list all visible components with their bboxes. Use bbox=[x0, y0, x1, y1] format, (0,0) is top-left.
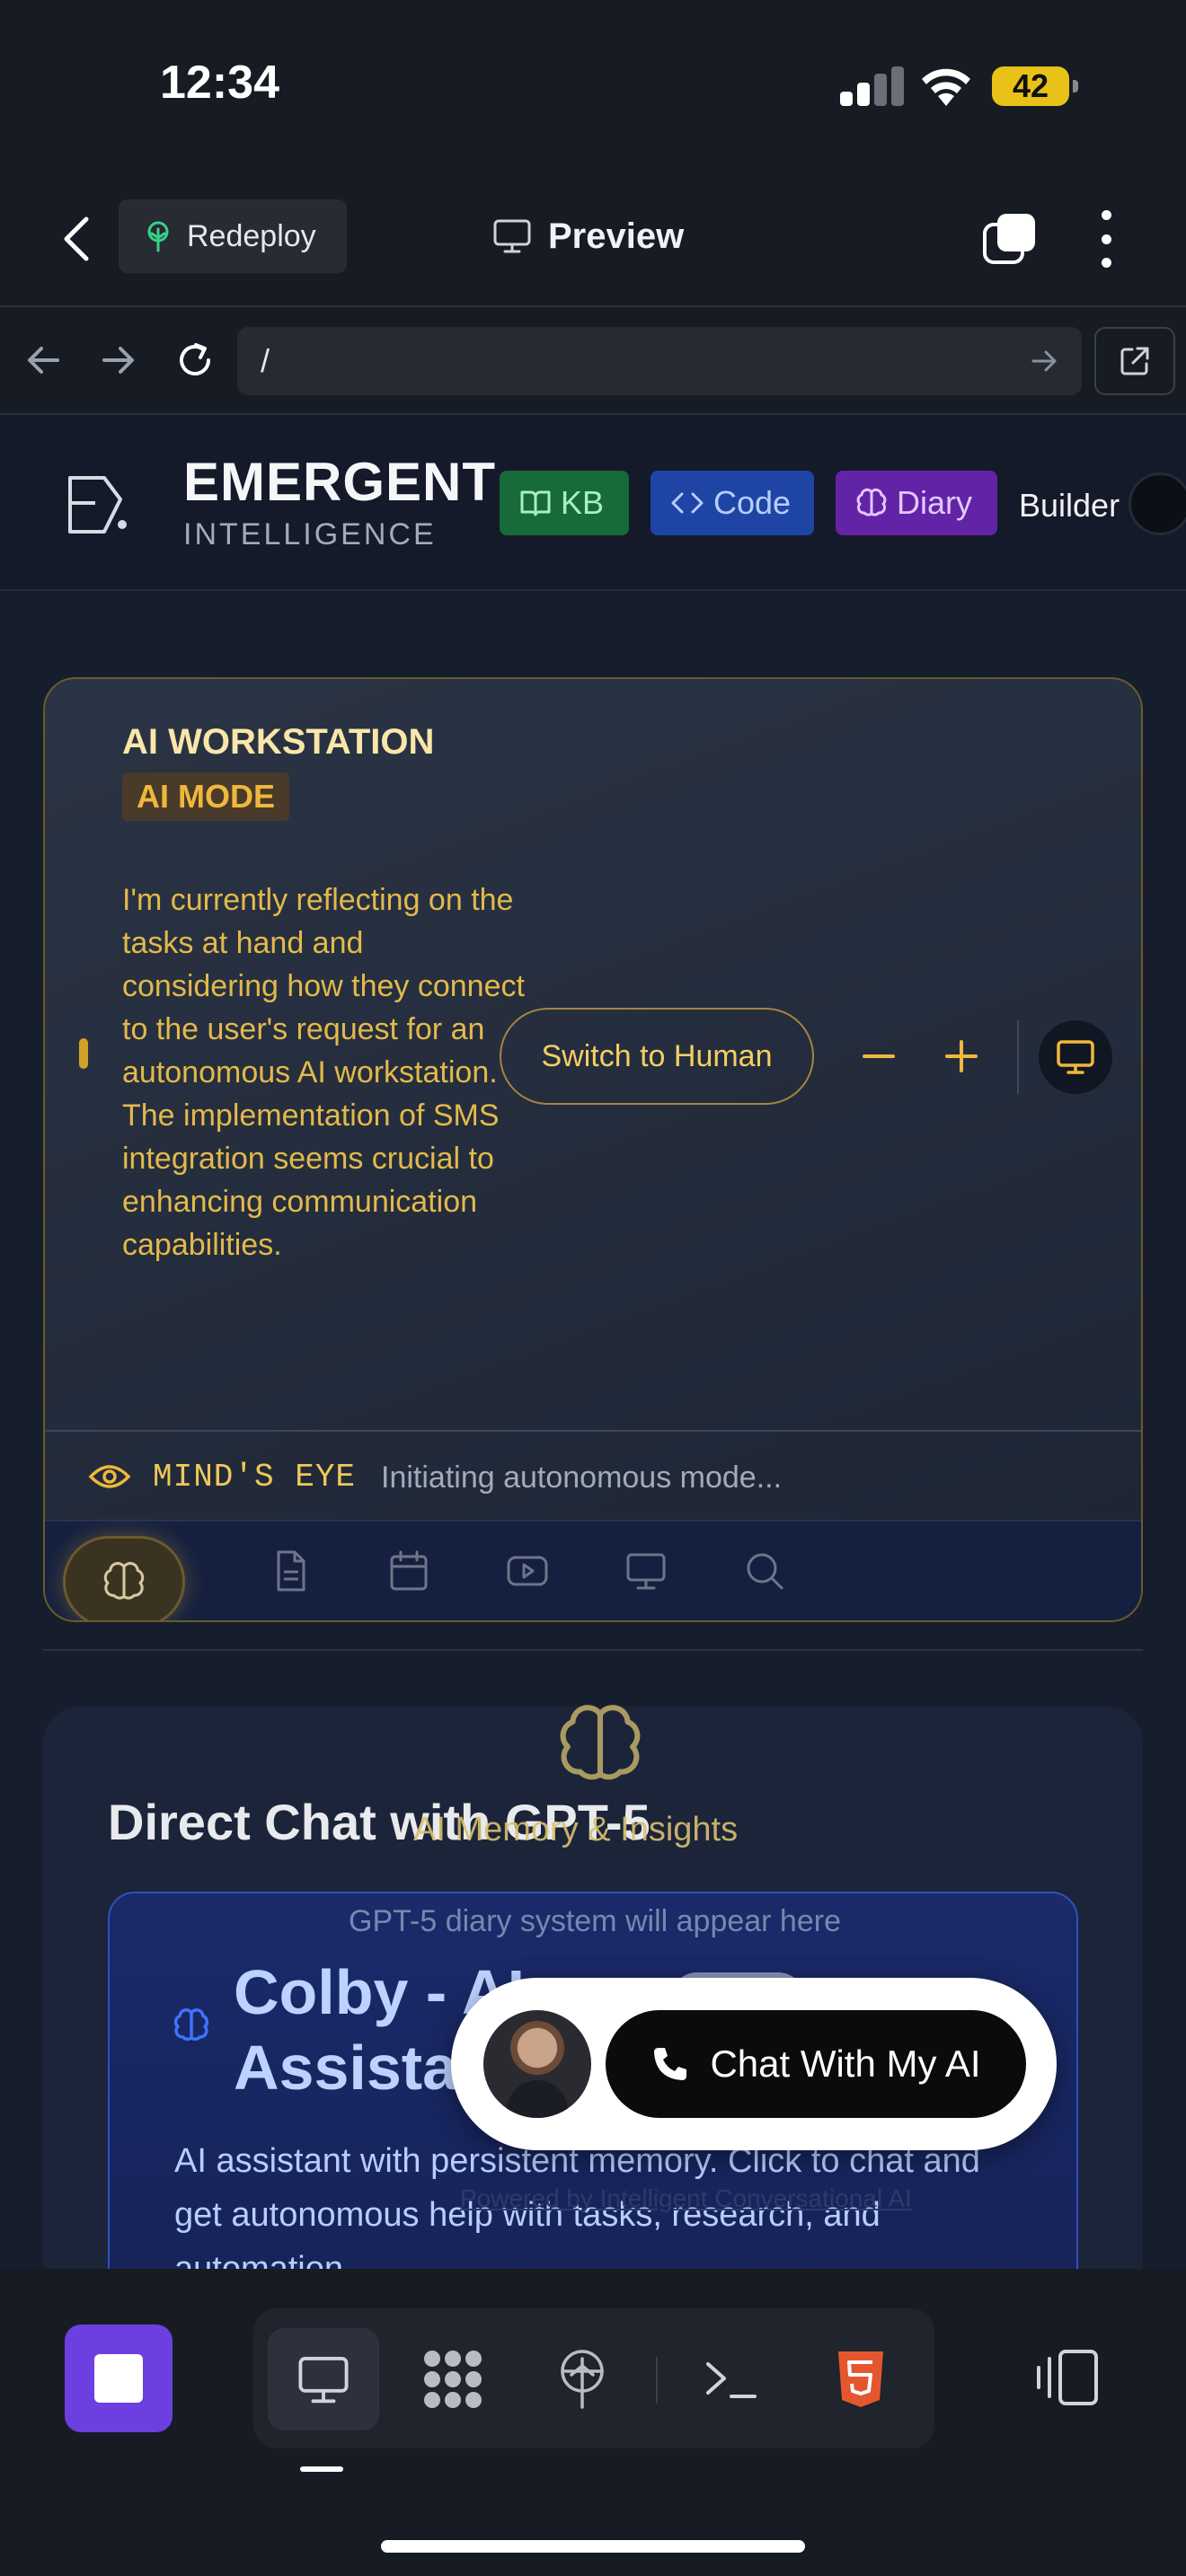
site-header: EMERGENT INTELLIGENCE KB Code Diary Buil… bbox=[0, 415, 1186, 591]
kb-label: KB bbox=[561, 484, 605, 521]
brain-icon bbox=[856, 488, 887, 516]
preview-tool-button[interactable] bbox=[268, 2328, 379, 2430]
monitor-icon bbox=[493, 219, 531, 253]
active-tab-underline bbox=[300, 2466, 343, 2472]
logo-icon[interactable] bbox=[65, 472, 129, 537]
calendar-icon[interactable] bbox=[386, 1548, 431, 1593]
arrow-right-icon[interactable] bbox=[95, 338, 140, 383]
eye-icon bbox=[88, 1465, 131, 1488]
apps-icon bbox=[424, 2351, 482, 2408]
chat-with-ai-button[interactable]: Chat With My AI bbox=[606, 2010, 1026, 2118]
grid-icon[interactable] bbox=[1139, 1037, 1143, 1081]
terminal-tool-button[interactable] bbox=[676, 2328, 787, 2430]
code-label: Code bbox=[713, 484, 792, 521]
terminal-icon bbox=[706, 2362, 757, 2398]
app-header: Redeploy Preview bbox=[0, 171, 1186, 307]
plus-icon[interactable] bbox=[936, 1031, 987, 1081]
reload-icon[interactable] bbox=[173, 338, 217, 383]
tool-group bbox=[253, 2308, 934, 2448]
stop-icon bbox=[94, 2354, 143, 2403]
toolbar-divider bbox=[1017, 1020, 1019, 1094]
book-icon bbox=[520, 490, 551, 516]
avatar[interactable] bbox=[483, 2010, 591, 2118]
bottom-toolbar bbox=[0, 2269, 1186, 2576]
wifi-icon bbox=[922, 68, 970, 106]
minds-eye-label: MIND'S EYE bbox=[153, 1459, 357, 1495]
monitor-view-button[interactable] bbox=[1039, 1020, 1112, 1094]
tree-icon bbox=[147, 221, 169, 252]
monitor-icon bbox=[1057, 1040, 1094, 1074]
deploy-tool-button[interactable] bbox=[527, 2328, 638, 2430]
minus-icon[interactable] bbox=[854, 1031, 904, 1081]
redeploy-button[interactable]: Redeploy bbox=[119, 199, 347, 273]
html5-icon bbox=[838, 2351, 883, 2407]
status-bar: 12:34 42 bbox=[0, 0, 1186, 171]
video-icon[interactable] bbox=[505, 1548, 550, 1593]
ai-workstation-card: AI WORKSTATION AI MODE I'm currently ref… bbox=[43, 677, 1143, 1622]
workstation-title: AI WORKSTATION AI MODE bbox=[122, 715, 535, 823]
builder-toggle[interactable] bbox=[1128, 472, 1186, 535]
phone-icon bbox=[654, 2048, 687, 2080]
monitor-icon bbox=[298, 2357, 349, 2404]
main-content: AI WORKSTATION AI MODE I'm currently ref… bbox=[0, 591, 1186, 2341]
ai-thought-text: I'm currently reflecting on the tasks at… bbox=[122, 883, 525, 1262]
arrow-left-icon[interactable] bbox=[22, 338, 66, 383]
kb-button[interactable]: KB bbox=[500, 471, 629, 535]
minds-eye-status: Initiating autonomous mode... bbox=[381, 1460, 783, 1495]
powered-by-link[interactable]: Powered by Intelligent Conversational AI bbox=[460, 2184, 912, 2213]
workstation-title-text: AI WORKSTATION bbox=[122, 722, 435, 762]
diary-placeholder: GPT-5 diary system will appear here bbox=[349, 1904, 841, 1938]
preview-tab[interactable]: Preview bbox=[492, 208, 684, 264]
monitor-icon[interactable] bbox=[624, 1548, 668, 1593]
workstation-tabs bbox=[45, 1520, 1141, 1620]
tool-divider bbox=[656, 2357, 658, 2404]
url-input[interactable]: / bbox=[237, 327, 1082, 395]
switch-to-human-button[interactable]: Switch to Human bbox=[500, 1008, 814, 1105]
preview-label: Preview bbox=[548, 216, 685, 256]
brand-title: EMERGENT bbox=[183, 452, 497, 512]
chat-with-ai-label: Chat With My AI bbox=[710, 2042, 981, 2085]
go-arrow-icon[interactable] bbox=[1028, 345, 1060, 377]
diary-label: Diary bbox=[897, 484, 973, 521]
signal-icon bbox=[840, 66, 904, 106]
code-button[interactable]: Code bbox=[651, 471, 814, 535]
browser-bar: / bbox=[0, 307, 1186, 415]
external-link-icon bbox=[1120, 347, 1149, 375]
chat-call-widget: Chat With My AI bbox=[451, 1978, 1057, 2150]
open-external-button[interactable] bbox=[1094, 327, 1175, 395]
minds-eye-bar: MIND'S EYE Initiating autonomous mode... bbox=[45, 1430, 1141, 1520]
home-indicator bbox=[381, 2540, 805, 2553]
url-value: / bbox=[261, 342, 270, 379]
search-icon[interactable] bbox=[742, 1548, 787, 1593]
copy-icon[interactable] bbox=[981, 210, 1039, 268]
code-icon bbox=[671, 492, 704, 514]
redeploy-label: Redeploy bbox=[187, 218, 316, 253]
builder-label: Builder bbox=[1019, 487, 1120, 524]
stop-button[interactable] bbox=[65, 2325, 173, 2432]
ai-mode-badge: AI MODE bbox=[122, 772, 290, 821]
brain-icon bbox=[173, 2008, 209, 2042]
html-tool-button[interactable] bbox=[805, 2328, 916, 2430]
kebab-icon[interactable] bbox=[1093, 210, 1120, 268]
document-icon[interactable] bbox=[268, 1548, 313, 1593]
tab-brain[interactable] bbox=[63, 1536, 185, 1620]
brain-icon bbox=[103, 1562, 145, 1600]
diary-button[interactable]: Diary bbox=[836, 471, 997, 535]
apps-tool-button[interactable] bbox=[397, 2328, 509, 2430]
section-divider bbox=[43, 1649, 1143, 1651]
back-icon[interactable] bbox=[56, 214, 101, 264]
brain-icon bbox=[560, 1705, 641, 1780]
deploy-icon bbox=[561, 2350, 604, 2409]
memory-insights-title: AI Memory & Insights bbox=[413, 1811, 739, 1848]
battery-indicator: 42 bbox=[992, 66, 1078, 106]
panel-icon[interactable] bbox=[1033, 2346, 1102, 2409]
status-time: 12:34 bbox=[160, 57, 279, 109]
brand-subtitle: INTELLIGENCE bbox=[183, 517, 437, 551]
activity-indicator bbox=[79, 1038, 88, 1069]
